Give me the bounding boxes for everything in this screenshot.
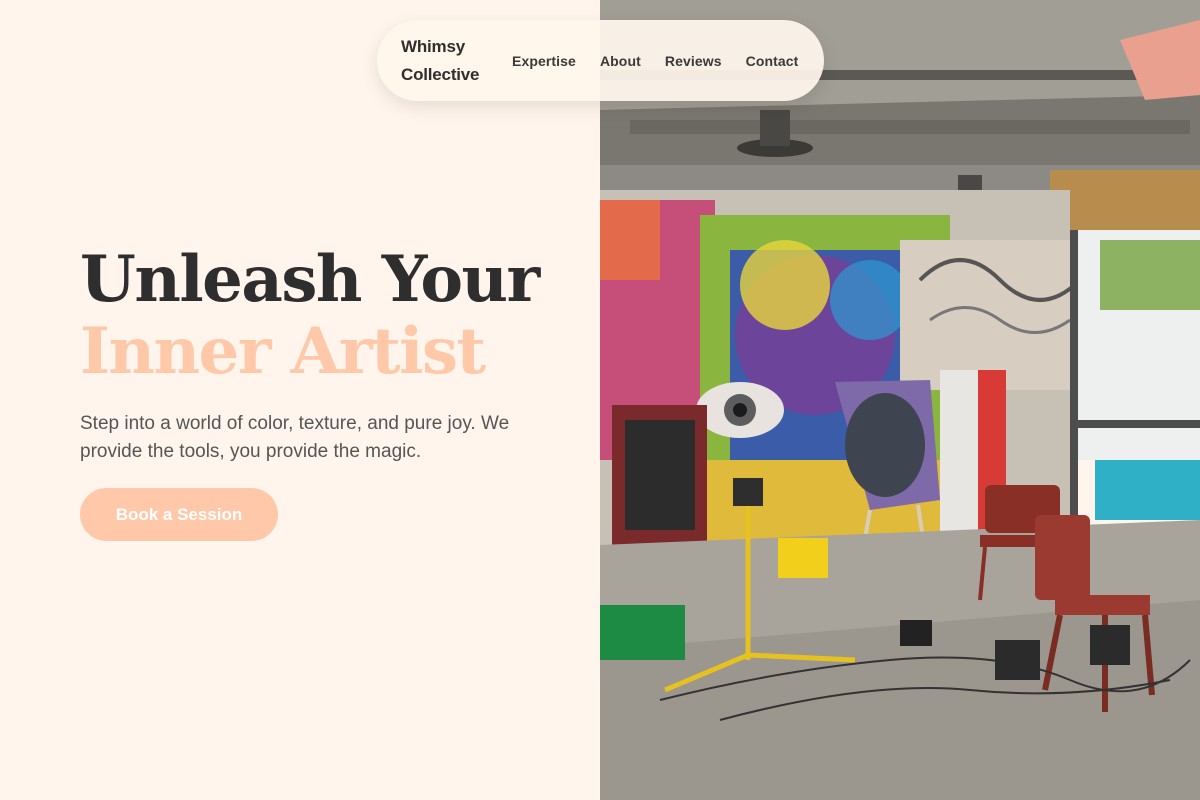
studio-photo-illustration xyxy=(600,0,1200,800)
top-navbar: Whimsy Collective Expertise About Review… xyxy=(377,20,824,101)
studio-photo xyxy=(600,0,1200,800)
hero-description: Step into a world of color, texture, and… xyxy=(80,413,510,462)
nav-link-expertise[interactable]: Expertise xyxy=(512,53,576,69)
hero-section: Unleash Your Inner Artist Step into a wo… xyxy=(80,244,560,541)
brand-name-line2: Collective xyxy=(401,64,480,84)
nav-links: Expertise About Reviews Contact xyxy=(512,53,798,69)
nav-link-about[interactable]: About xyxy=(600,53,641,69)
nav-link-reviews[interactable]: Reviews xyxy=(665,53,722,69)
hero-title-line2: Inner Artist xyxy=(80,314,486,389)
brand-logo[interactable]: Whimsy Collective xyxy=(401,33,497,89)
book-session-button[interactable]: Book a Session xyxy=(80,488,278,541)
nav-link-contact[interactable]: Contact xyxy=(746,53,799,69)
brand-name-line1: Whimsy xyxy=(401,36,465,56)
hero-title-line1: Unleash Your xyxy=(80,242,540,317)
